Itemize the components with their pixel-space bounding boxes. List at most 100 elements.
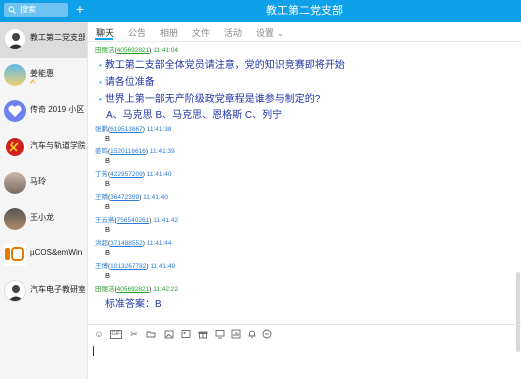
bell-icon[interactable] xyxy=(247,329,257,339)
message-qq[interactable]: 756540261 xyxy=(117,217,150,224)
message-line: 标准答案：B xyxy=(105,299,162,310)
message-area: 田丽洁(405692821) 11:41:04 • 教工第二支部全体党员请注意，党… xyxy=(88,42,521,352)
conversation-item[interactable]: 马玲 xyxy=(0,166,87,202)
conversation-name: 汽车电子教研室 xyxy=(30,285,85,294)
gift-icon[interactable] xyxy=(198,329,208,339)
message-user[interactable]: 田丽洁 xyxy=(95,286,115,293)
avatar xyxy=(4,280,26,302)
message-header: 王晴(36472399) 11:41:40 xyxy=(95,194,168,201)
search-icon xyxy=(8,6,16,14)
message-qq[interactable]: 422957209 xyxy=(110,171,143,178)
message-user[interactable]: 洪超 xyxy=(95,240,108,247)
message-line: A、马克思 B、马克思、恩格斯 C、列宁 xyxy=(106,110,283,121)
message-header: 丁芳(422957209) 11:41:40 xyxy=(95,171,172,178)
message-user[interactable]: 姜鸣 xyxy=(95,148,108,155)
message-line: B xyxy=(105,134,111,143)
message-header: 张鹏(619513867) 11:41:38 xyxy=(95,126,172,133)
top-bar: 搜索 + 教工第二党支部 xyxy=(0,0,521,22)
message-time: 11:41:40 xyxy=(146,171,172,178)
message-qq[interactable]: 619513867 xyxy=(110,126,143,133)
message-user[interactable]: 田丽洁 xyxy=(95,47,115,54)
avatar xyxy=(4,64,26,86)
message-input[interactable] xyxy=(88,342,521,379)
message-time: 11:41:38 xyxy=(146,126,172,133)
message-line: B xyxy=(105,156,111,165)
folder-icon[interactable] xyxy=(146,329,156,339)
text-cursor xyxy=(93,346,94,356)
conversation-name: 马玲 xyxy=(30,177,46,186)
message-line: • 教工第二支部全体党员请注意，党的知识竞赛即将开始 xyxy=(99,60,345,71)
conversation-name: 姜能惠 xyxy=(30,69,54,78)
message-qq[interactable]: 405692821 xyxy=(117,286,150,293)
message-line: B xyxy=(105,271,111,280)
message-header: 王博(1013267782) 11:41:49 xyxy=(95,263,176,270)
image-folder-icon[interactable] xyxy=(164,329,174,339)
message-qq[interactable]: 405692821 xyxy=(117,47,150,54)
message-qq[interactable]: 1520116616 xyxy=(110,148,146,155)
message-time: 11:41:39 xyxy=(149,148,175,155)
message-user[interactable]: 王云燕 xyxy=(95,217,115,224)
conversation-name: 教工第二党支部 xyxy=(30,33,85,42)
message-qq[interactable]: 1013267782 xyxy=(110,263,146,270)
conversation-item[interactable]: 王小龙 xyxy=(0,202,87,238)
smile-icon[interactable]: ☺ xyxy=(94,329,104,339)
message-header: 洪超(371488552) 11:41:44 xyxy=(95,240,172,247)
message-header: 姜鸣(1520116616) 11:41:39 xyxy=(95,148,175,155)
avatar xyxy=(4,28,26,50)
avatar xyxy=(4,172,26,194)
avatar xyxy=(4,244,26,266)
avatar xyxy=(4,208,26,230)
conversation-item[interactable]: μCOS&emWin xyxy=(0,238,87,274)
active-tab-indicator xyxy=(95,38,113,40)
conversation-item[interactable]: 汽车电子教研室 xyxy=(0,274,87,310)
input-toolbar: ☺ GIF ✂ xyxy=(88,324,521,343)
tab-announcement[interactable]: 公告 xyxy=(128,26,146,39)
message-line: B xyxy=(105,179,111,188)
conversation-item[interactable]: 教工第二党支部 xyxy=(0,22,87,58)
message-time: 11:42:22 xyxy=(153,286,179,293)
conversation-item[interactable]: 姜能惠 ✍ xyxy=(0,58,87,94)
message-time: 11:41:04 xyxy=(153,47,179,54)
bullet-icon: • xyxy=(99,61,102,70)
message-user[interactable]: 王晴 xyxy=(95,194,108,201)
message-line: B xyxy=(105,225,111,234)
window-title: 教工第二党支部 xyxy=(266,5,343,17)
picture-icon[interactable] xyxy=(181,329,191,339)
avatar xyxy=(4,136,26,158)
message-user[interactable]: 丁芳 xyxy=(95,171,108,178)
chart-icon[interactable] xyxy=(231,329,241,339)
tab-files[interactable]: 文件 xyxy=(192,26,210,39)
screen-icon[interactable] xyxy=(215,329,225,339)
tab-bar: 聊天 公告 相册 文件 活动 设置 ⌄ xyxy=(88,22,521,42)
add-button[interactable]: + xyxy=(74,2,86,17)
draft-icon: ✍ xyxy=(30,79,36,86)
message-header: 田丽洁(405692821) 11:41:04 xyxy=(95,47,179,54)
conversation-name: μCOS&emWin xyxy=(30,248,83,257)
message-qq[interactable]: 371488552 xyxy=(110,240,143,247)
message-line: B xyxy=(105,248,111,257)
search-box[interactable]: 搜索 xyxy=(4,3,68,17)
message-header: 王云燕(756540261) 11:41:42 xyxy=(95,217,179,224)
scissors-icon[interactable]: ✂ xyxy=(129,329,139,339)
tab-activity[interactable]: 活动 xyxy=(224,26,242,39)
message-time: 11:41:49 xyxy=(150,263,176,270)
message-time: 11:41:44 xyxy=(146,240,172,247)
message-time: 11:41:42 xyxy=(153,217,179,224)
message-line: • 世界上第一部无产阶级政党章程是谁参与制定的? xyxy=(99,94,321,105)
tab-settings[interactable]: 设置 ⌄ xyxy=(256,26,284,39)
message-user[interactable]: 王博 xyxy=(95,263,108,270)
more-icon[interactable] xyxy=(262,329,272,339)
message-time: 11:41:40 xyxy=(143,194,168,201)
tab-album[interactable]: 相册 xyxy=(160,26,178,39)
message-qq[interactable]: 36472399 xyxy=(110,194,139,201)
message-user[interactable]: 张鹏 xyxy=(95,126,108,133)
conversation-item[interactable]: 传奇 2019 小区 xyxy=(0,94,87,130)
conversation-name: 王小龙 xyxy=(30,213,54,222)
avatar xyxy=(4,100,26,122)
conversation-list: 教工第二党支部 姜能惠 ✍ 传奇 2019 小区 汽车与轨道学院 马玲 王小龙 … xyxy=(0,22,88,379)
gif-icon[interactable]: GIF xyxy=(110,330,122,339)
search-placeholder: 搜索 xyxy=(20,5,36,14)
conversation-name: 汽车与轨道学院 xyxy=(30,141,85,150)
message-header: 田丽洁(405692821) 11:42:22 xyxy=(95,286,179,293)
conversation-item[interactable]: 汽车与轨道学院 xyxy=(0,130,87,166)
